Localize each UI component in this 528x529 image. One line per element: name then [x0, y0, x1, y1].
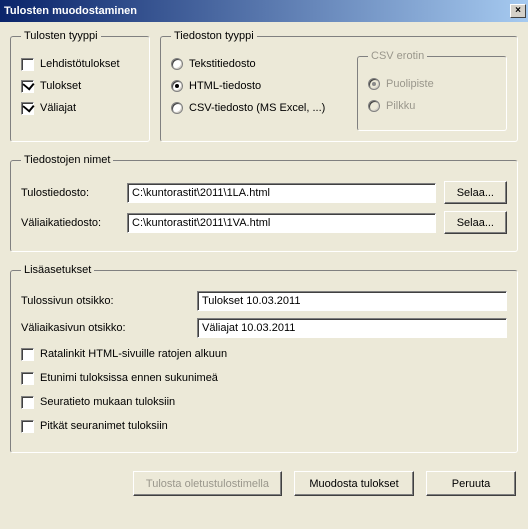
radio-label: Tekstitiedosto [189, 58, 256, 70]
cancel-button[interactable]: Peruuta [426, 471, 516, 496]
result-page-title-input[interactable] [197, 291, 507, 311]
group-result-type: Tulosten tyyppi Lehdistötulokset Tulokse… [10, 30, 150, 142]
checkbox-icon [21, 372, 34, 385]
radio-text-file[interactable]: Tekstitiedosto [171, 56, 345, 72]
checkbox-label: Seuratieto mukaan tuloksiin [40, 396, 175, 408]
browse-split-button[interactable]: Selaa... [444, 211, 507, 234]
checkbox-label: Pitkät seuranimet tuloksiin [40, 420, 168, 432]
split-page-title-input[interactable] [197, 318, 507, 338]
group-file-type-legend: Tiedoston tyyppi [171, 30, 257, 42]
radio-semicolon: Puolipiste [368, 76, 496, 92]
radio-icon [368, 78, 380, 90]
radio-icon [171, 58, 183, 70]
radio-icon [171, 102, 183, 114]
checkbox-splits[interactable]: Väliajat [21, 100, 139, 116]
print-default-button: Tulosta oletustulostimella [133, 471, 282, 496]
radio-label: CSV-tiedosto (MS Excel, ...) [189, 102, 325, 114]
close-button[interactable]: × [510, 4, 526, 18]
checkbox-label: Väliajat [40, 102, 76, 114]
checkbox-results[interactable]: Tulokset [21, 78, 139, 94]
radio-html-file[interactable]: HTML-tiedosto [171, 78, 345, 94]
radio-comma: Pilkku [368, 98, 496, 114]
radio-label: HTML-tiedosto [189, 80, 261, 92]
group-extra-settings-legend: Lisäasetukset [21, 264, 94, 276]
window-title: Tulosten muodostaminen [4, 5, 137, 17]
checkbox-firstname-first[interactable]: Etunimi tuloksissa ennen sukunimeä [21, 370, 507, 386]
group-file-names-legend: Tiedostojen nimet [21, 154, 113, 166]
checkbox-icon [21, 80, 34, 93]
checkbox-label: Etunimi tuloksissa ennen sukunimeä [40, 372, 218, 384]
group-csv-separator: CSV erotin Puolipiste Pilkku [357, 50, 507, 131]
checkbox-long-club-names[interactable]: Pitkät seuranimet tuloksiin [21, 418, 507, 434]
group-result-type-legend: Tulosten tyyppi [21, 30, 101, 42]
title-bar: Tulosten muodostaminen × [0, 0, 528, 22]
split-file-label: Väliaikatiedosto: [21, 217, 119, 229]
checkbox-label: Ratalinkit HTML-sivuille ratojen alkuun [40, 348, 227, 360]
radio-icon [368, 100, 380, 112]
radio-csv-file[interactable]: CSV-tiedosto (MS Excel, ...) [171, 100, 345, 116]
checkbox-label: Tulokset [40, 80, 81, 92]
group-csv-separator-legend: CSV erotin [368, 50, 427, 62]
checkbox-club-info[interactable]: Seuratieto mukaan tuloksiin [21, 394, 507, 410]
radio-icon [171, 80, 183, 92]
result-file-input[interactable] [127, 183, 436, 203]
checkbox-icon [21, 348, 34, 361]
group-extra-settings: Lisäasetukset Tulossivun otsikko: Väliai… [10, 264, 518, 453]
group-file-names: Tiedostojen nimet Tulostiedosto: Selaa..… [10, 154, 518, 252]
checkbox-press[interactable]: Lehdistötulokset [21, 56, 139, 72]
checkbox-icon [21, 420, 34, 433]
radio-label: Pilkku [386, 100, 415, 112]
split-file-input[interactable] [127, 213, 436, 233]
checkbox-icon [21, 396, 34, 409]
checkbox-label: Lehdistötulokset [40, 58, 120, 70]
radio-label: Puolipiste [386, 78, 434, 90]
result-file-label: Tulostiedosto: [21, 187, 119, 199]
group-file-type: Tiedoston tyyppi Tekstitiedosto HTML-tie… [160, 30, 518, 142]
result-page-title-label: Tulossivun otsikko: [21, 295, 189, 307]
close-icon: × [515, 6, 521, 16]
checkbox-icon [21, 102, 34, 115]
client-area: Tulosten tyyppi Lehdistötulokset Tulokse… [0, 22, 528, 506]
browse-result-button[interactable]: Selaa... [444, 181, 507, 204]
checkbox-route-links[interactable]: Ratalinkit HTML-sivuille ratojen alkuun [21, 346, 507, 362]
generate-results-button[interactable]: Muodosta tulokset [294, 471, 414, 496]
checkbox-icon [21, 58, 34, 71]
dialog-button-row: Tulosta oletustulostimella Muodosta tulo… [10, 471, 518, 496]
split-page-title-label: Väliaikasivun otsikko: [21, 322, 189, 334]
